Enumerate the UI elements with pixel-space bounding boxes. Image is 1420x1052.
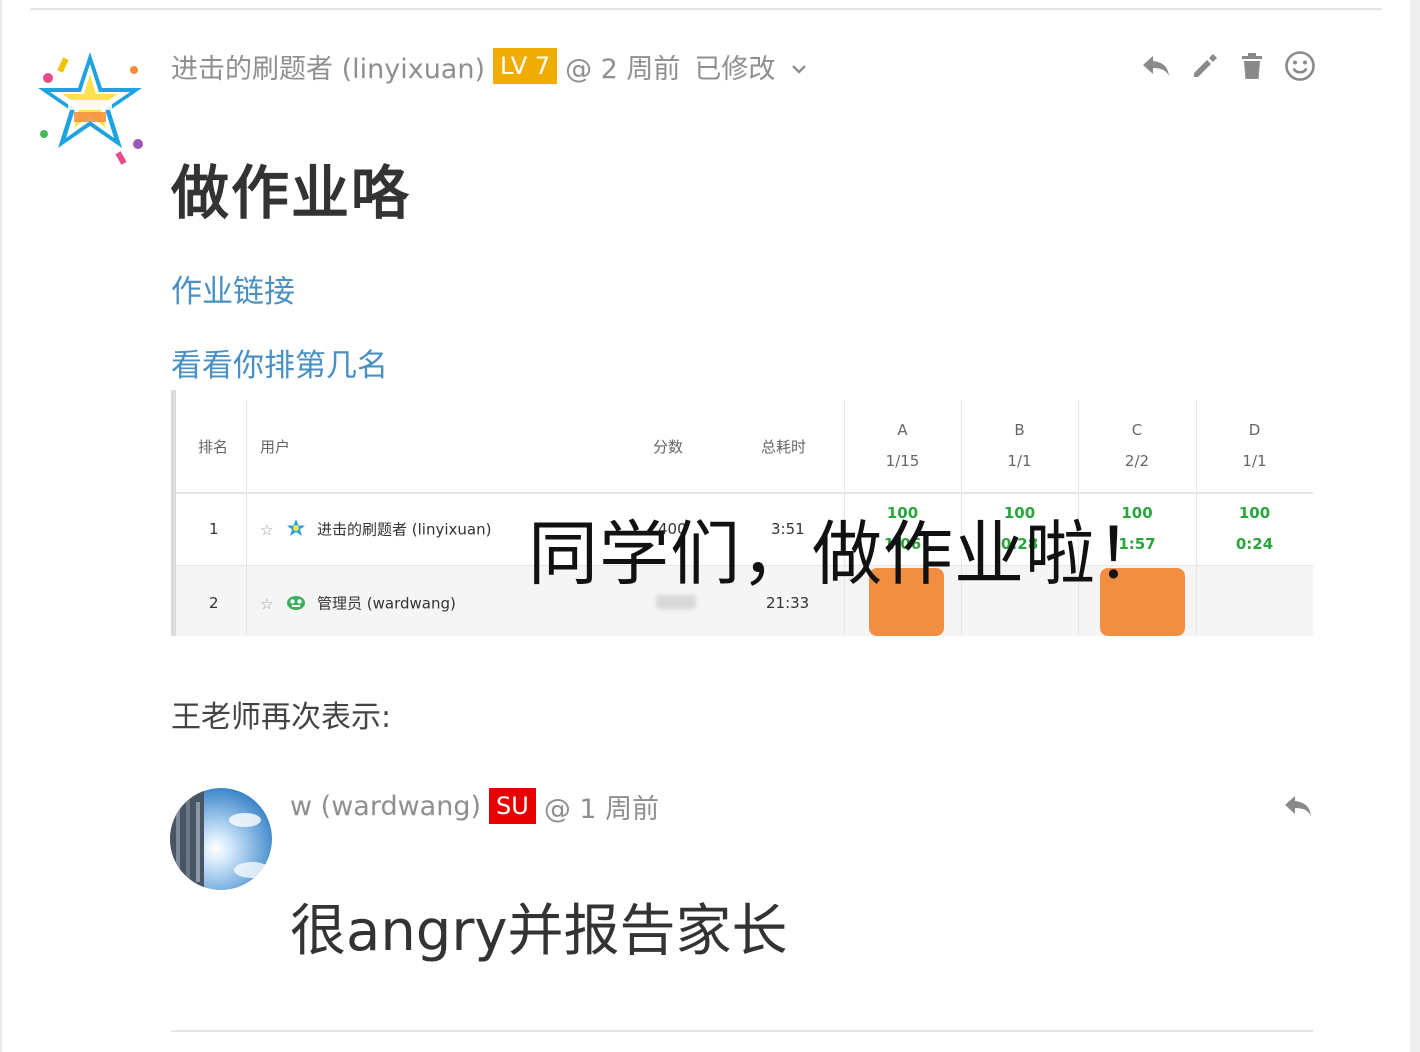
green-avatar-icon [286, 592, 306, 616]
ranking-link[interactable]: 看看你排第几名 [171, 340, 388, 385]
celebration-badge-icon [38, 52, 143, 165]
bottom-divider [171, 1030, 1313, 1032]
header-problem-a: A [897, 421, 908, 439]
header-score: 分数 [653, 438, 684, 456]
reply-icon[interactable] [1280, 786, 1316, 826]
emoji-icon[interactable] [1284, 46, 1316, 86]
post-meta: 进击的刷题者 (linyixuan) LV 7 @ 2 周前 已修改 [171, 46, 807, 86]
post-time[interactable]: @ 2 周前 [565, 47, 680, 86]
header-time: 总耗时 [761, 438, 807, 456]
header-problem-b: B [1014, 421, 1025, 439]
post-actions [1140, 46, 1316, 86]
row2-rank: 2 [209, 594, 219, 612]
edited-label[interactable]: 已修改 [694, 47, 775, 86]
reply-avatar[interactable] [170, 788, 272, 890]
star-icon[interactable]: ☆ [260, 521, 273, 539]
header-problem-d-ratio: 1/1 [1242, 452, 1267, 470]
delete-icon[interactable] [1236, 46, 1268, 86]
scoreboard-header-row [176, 400, 1313, 494]
reply-icon[interactable] [1140, 46, 1172, 86]
edit-icon[interactable] [1188, 46, 1220, 86]
reply-time[interactable]: @ 1 周前 [544, 787, 659, 826]
level-badge: LV 7 [493, 48, 558, 84]
row1-d-score: 100 [1238, 504, 1271, 522]
su-badge: SU [489, 788, 536, 824]
post-paragraph: 王老师再次表示: [171, 700, 392, 735]
overlay-caption: 同学们，做作业啦！ [528, 513, 1167, 595]
chevron-down-icon[interactable] [791, 51, 807, 82]
top-divider [30, 8, 1382, 10]
header-problem-b-ratio: 1/1 [1007, 452, 1032, 470]
left-border [0, 0, 2, 1052]
header-user: 用户 [260, 438, 291, 456]
row2-user[interactable]: 管理员 (wardwang) [317, 595, 456, 613]
row1-user-cell: ☆ 进击的刷题者 (linyixuan) [260, 518, 491, 542]
post-title: 做作业咯 [171, 159, 412, 227]
scrollbar-track[interactable] [1410, 0, 1420, 1052]
star-icon[interactable]: ☆ [260, 595, 273, 613]
header-rank: 排名 [198, 438, 229, 456]
header-problem-c: C [1131, 421, 1143, 439]
row1-user[interactable]: 进击的刷题者 (linyixuan) [317, 521, 491, 539]
header-problem-a-ratio: 1/15 [885, 452, 920, 470]
column-divider [246, 400, 247, 636]
row2-user-cell: ☆ 管理员 (wardwang) [260, 592, 456, 616]
reply-meta: w (wardwang) SU @ 1 周前 [290, 786, 659, 826]
header-problem-d: D [1248, 421, 1261, 439]
scoreboard-screenshot: 排名 用户 分数 总耗时 A 1/15 B 1/1 C 2/2 D 1/1 1 … [171, 390, 1313, 636]
author-avatar[interactable] [30, 48, 150, 168]
reply-body: 很angry并报告家长 [290, 899, 788, 964]
header-problem-c-ratio: 2/2 [1124, 452, 1150, 470]
row1-rank: 1 [209, 520, 219, 538]
homework-link[interactable]: 作业链接 [171, 266, 295, 311]
reply-author[interactable]: w (wardwang) [290, 791, 481, 822]
celebration-avatar-icon [286, 518, 306, 542]
row1-d-time: 0:24 [1235, 535, 1274, 553]
author-name[interactable]: 进击的刷题者 (linyixuan) [171, 47, 485, 86]
